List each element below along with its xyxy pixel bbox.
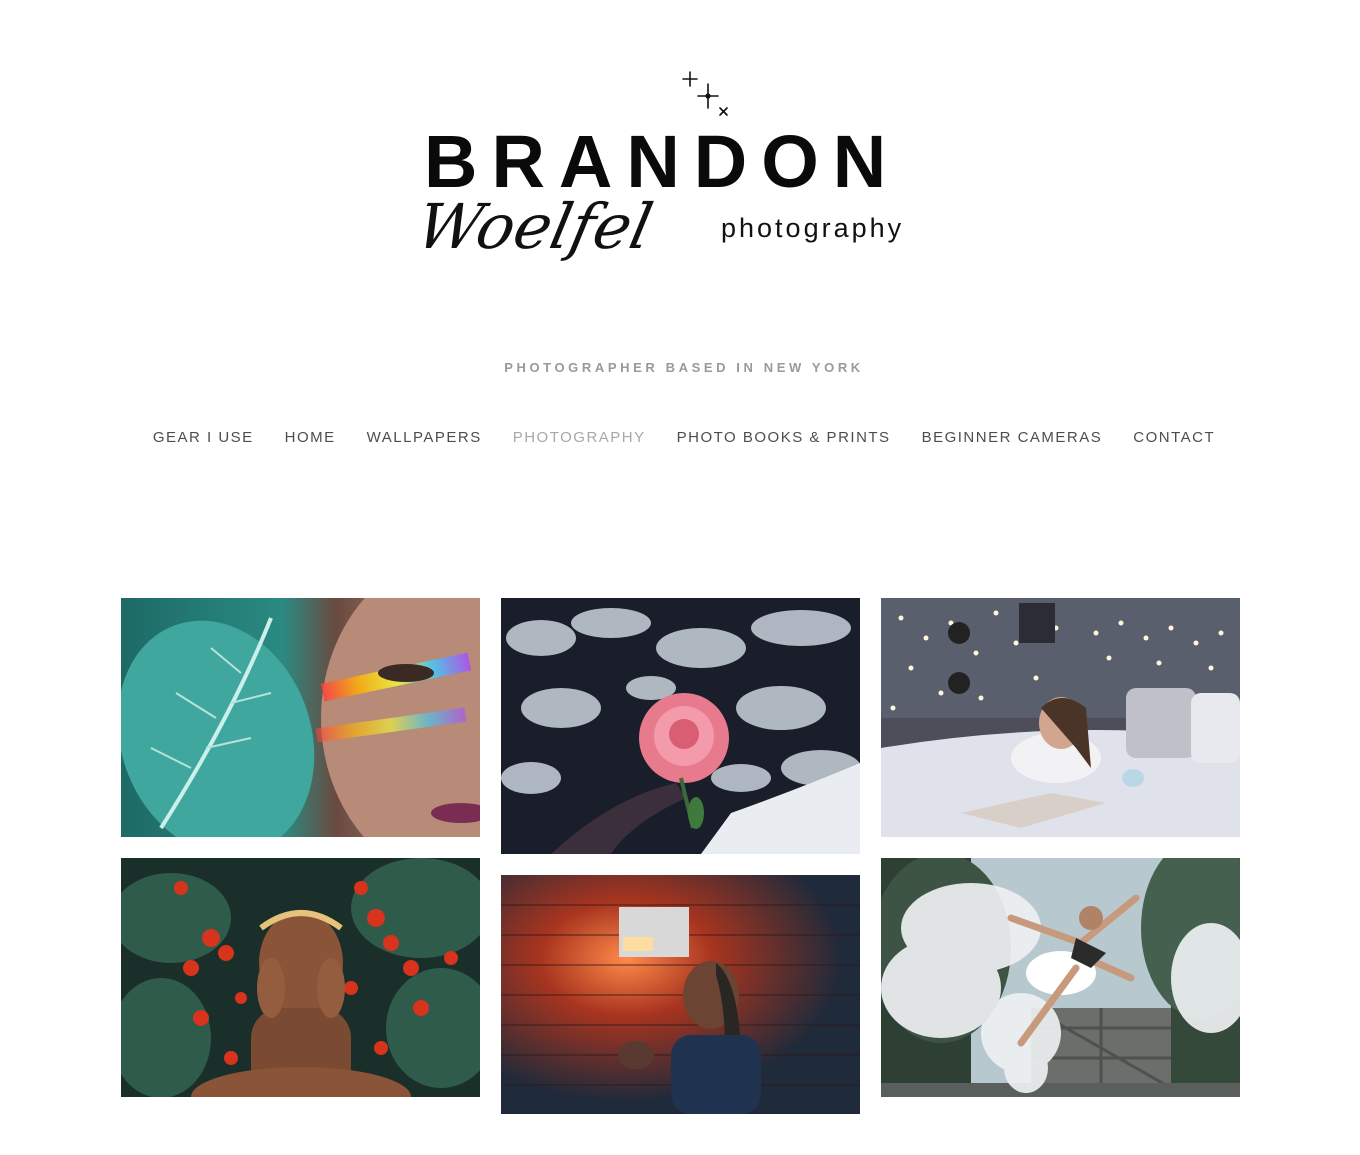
nav-item-gear[interactable]: GEAR I USE	[153, 429, 254, 446]
gallery-photo-brick-wall-lamp[interactable]	[501, 875, 860, 1114]
site-logo[interactable]: BRANDON Woelfel photography	[420, 70, 940, 270]
nav-item-home[interactable]: HOME	[285, 429, 336, 446]
sparkles-icon	[682, 71, 728, 116]
gallery-photo-berries-portrait[interactable]	[121, 858, 480, 1097]
nav-item-beginner-cameras[interactable]: BEGINNER CAMERAS	[922, 429, 1103, 446]
site-tagline: PHOTOGRAPHER BASED IN NEW YORK	[504, 360, 864, 375]
nav-item-wallpapers[interactable]: WALLPAPERS	[367, 429, 482, 446]
nav-item-photography[interactable]: PHOTOGRAPHY	[513, 429, 646, 446]
gallery-photo-leaf-portrait[interactable]	[121, 598, 480, 837]
logo-script-text: Woelfel	[420, 191, 659, 263]
gallery-photo-ballerina-smoke[interactable]	[881, 858, 1240, 1097]
logo-suffix: photography	[721, 213, 905, 243]
gallery-photo-rose-snow[interactable]	[501, 598, 860, 854]
nav-item-photo-books-prints[interactable]: PHOTO BOOKS & PRINTS	[677, 429, 891, 446]
main-nav: GEAR I USE HOME WALLPAPERS PHOTOGRAPHY P…	[0, 429, 1360, 446]
page: BRANDON Woelfel photography PHOTOGRAPHER…	[0, 0, 1360, 1155]
gallery-photo-bed-string-lights[interactable]	[881, 598, 1240, 837]
nav-item-contact[interactable]: CONTACT	[1133, 429, 1215, 446]
logo-script-signature: Woelfel	[420, 191, 659, 263]
